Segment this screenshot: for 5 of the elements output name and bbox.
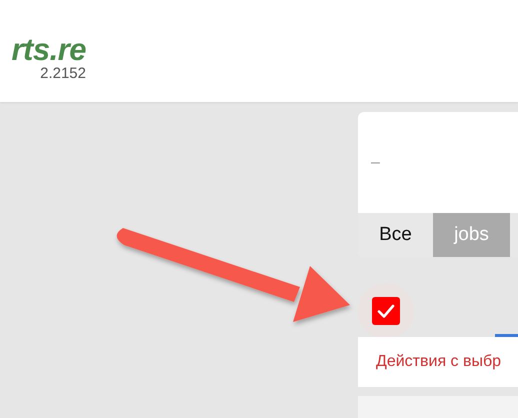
version-text: 2.2152	[40, 65, 86, 83]
logo-text[interactable]: rts.re	[11, 35, 86, 65]
select-all-checkbox[interactable]	[372, 297, 400, 325]
actions-link[interactable]: Действия с выбр	[376, 353, 502, 371]
card-value: –	[371, 154, 380, 172]
